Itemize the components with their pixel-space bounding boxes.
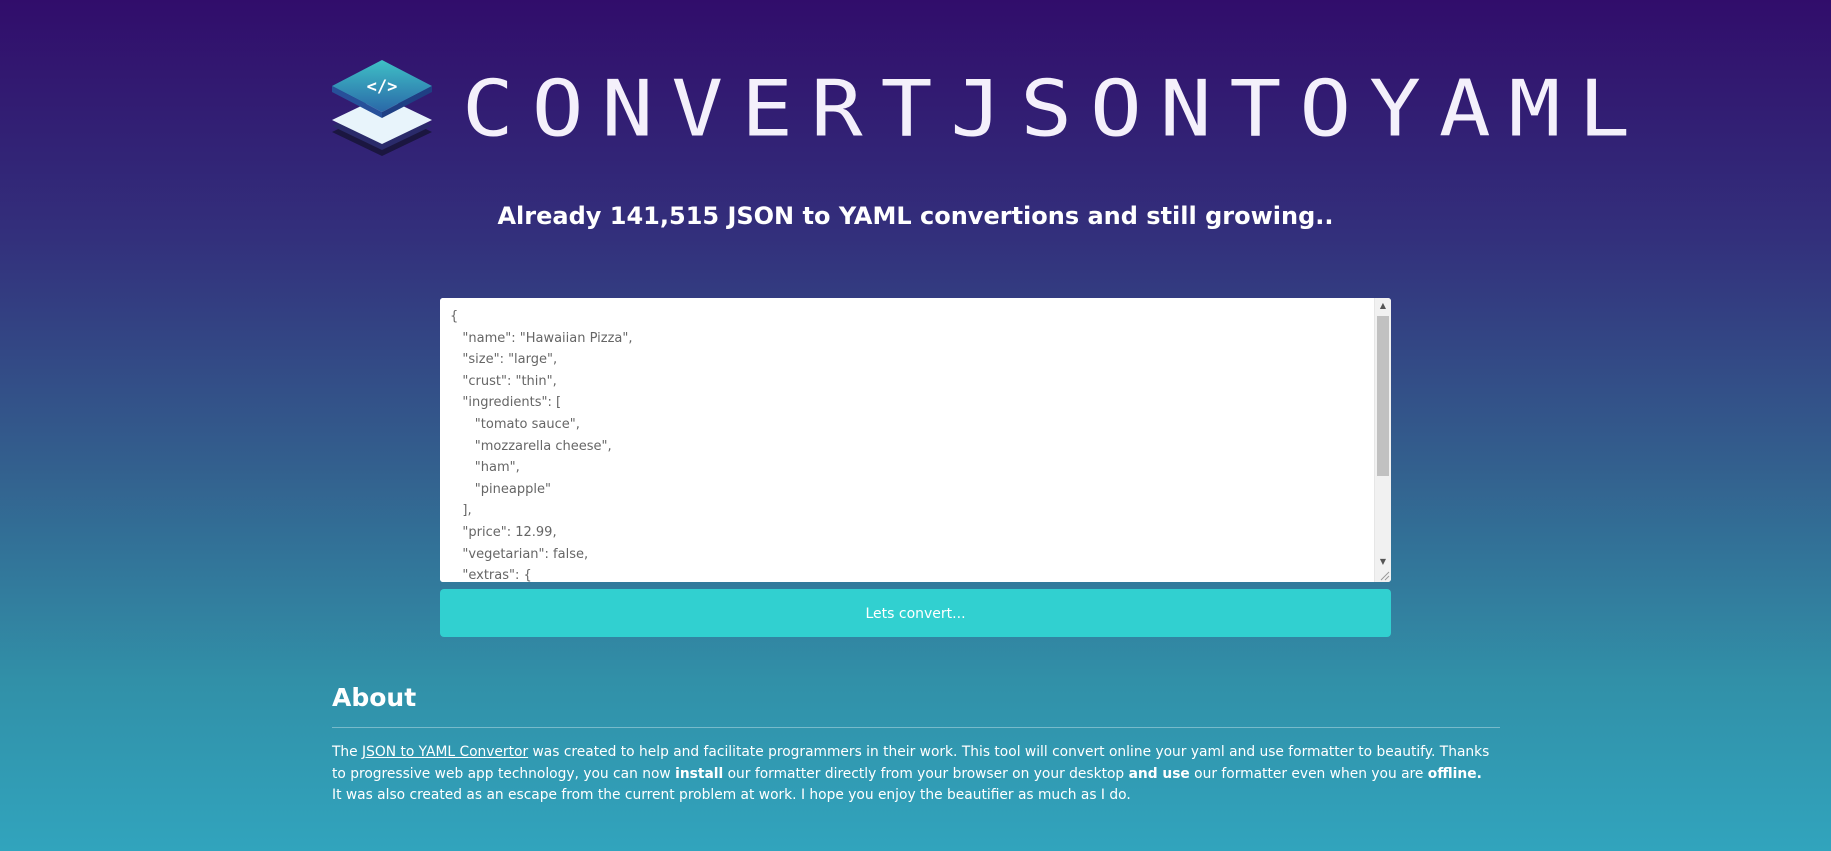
- json-to-yaml-convertor-link[interactable]: JSON to YAML Convertor: [362, 744, 528, 760]
- editor-scrollbar[interactable]: ▲ ▼: [1374, 298, 1391, 582]
- svg-text:</>: </>: [367, 77, 398, 97]
- resize-grip-icon[interactable]: [1378, 569, 1390, 581]
- about-second-line: It was also created as an escape from th…: [332, 787, 1131, 804]
- layered-code-brackets-logo-icon[interactable]: </>: [330, 60, 434, 160]
- install-emphasis: install: [675, 765, 724, 782]
- about-text-segment: our formatter directly from your browser…: [723, 765, 1129, 782]
- site-title[interactable]: CONVERTJSONTOYAML: [462, 66, 1648, 152]
- scroll-down-arrow-icon[interactable]: ▼: [1375, 554, 1391, 570]
- conversion-count-headline: Already 141,515 JSON to YAML convertions…: [497, 202, 1334, 230]
- scrollbar-thumb[interactable]: [1377, 316, 1389, 476]
- convert-button[interactable]: Lets convert...: [440, 589, 1391, 637]
- json-input-field[interactable]: [440, 298, 1374, 582]
- json-input-area[interactable]: ▲ ▼: [440, 298, 1391, 582]
- and-use-emphasis: and use: [1128, 765, 1190, 782]
- about-text-period: .: [1476, 765, 1482, 782]
- offline-emphasis: offline: [1427, 765, 1477, 782]
- about-section: About The JSON to YAML Convertor was cre…: [332, 681, 1500, 807]
- about-text-segment: our formatter even when you are: [1189, 765, 1428, 782]
- site-header: </> CONVERTJSONTOYAML: [330, 60, 1630, 160]
- scroll-up-arrow-icon[interactable]: ▲: [1375, 298, 1391, 314]
- about-text-segment: The: [332, 744, 363, 760]
- about-heading: About: [332, 681, 1500, 728]
- about-paragraph: The JSON to YAML Convertor was created t…: [332, 742, 1500, 807]
